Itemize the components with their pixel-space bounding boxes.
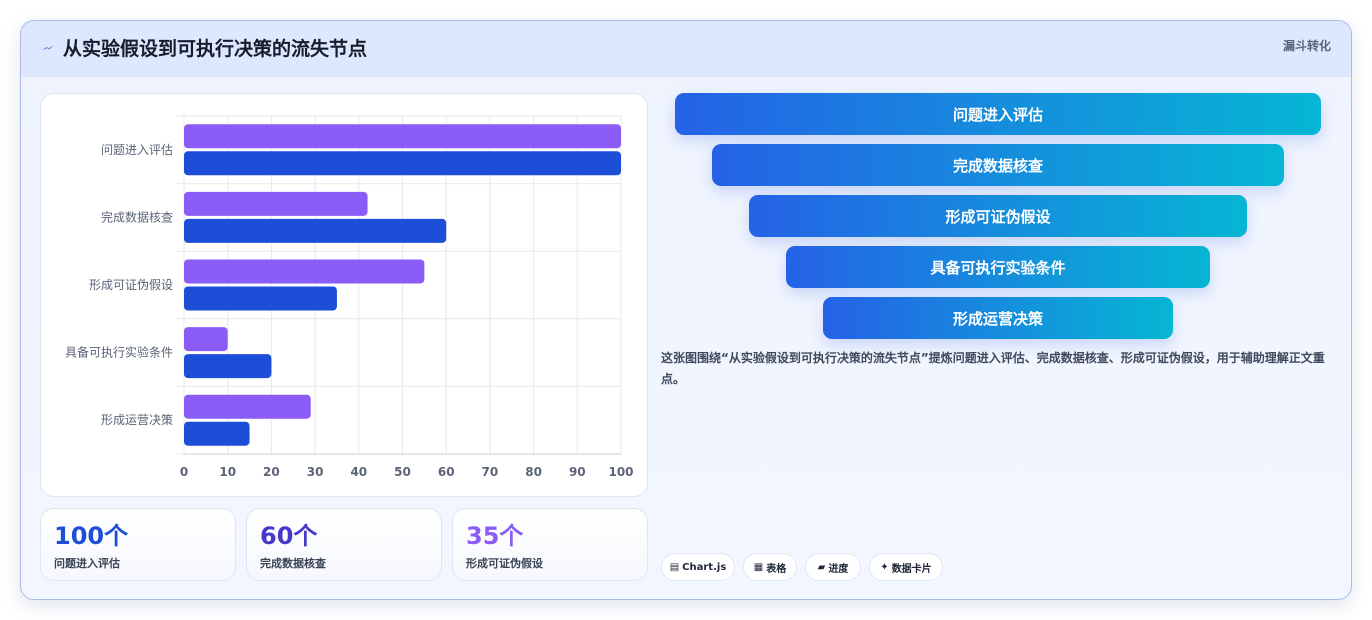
progress-icon: ▰ <box>817 561 826 573</box>
chip-data-card[interactable]: ✦ 数据卡片 <box>869 553 943 581</box>
funnel-stage: 形成运营决策 <box>823 297 1173 339</box>
category-tag: 漏斗转化 <box>1282 39 1331 53</box>
category-label: 问题进入评估 <box>101 143 173 157</box>
stat-value: 100个 <box>54 522 129 550</box>
card-header: 从实验假设到可执行决策的流失节点 漏斗转化 <box>21 21 1351 77</box>
x-tick-label: 90 <box>569 465 586 479</box>
funnel-stage: 形成可证伪假设 <box>749 195 1247 237</box>
bar-chart: 问题进入评估完成数据核查形成可证伪假设具备可执行实验条件形成运营决策 0 10 20 3… <box>65 115 634 479</box>
table-icon: ▦ <box>753 561 764 573</box>
chip-label: Chart.js <box>682 561 727 573</box>
x-tick-label: 60 <box>438 465 455 479</box>
stat-value: 60个 <box>260 522 318 550</box>
stat-value: 35个 <box>466 522 524 550</box>
stat-label: 问题进入评估 <box>54 557 120 570</box>
x-tick-label: 50 <box>394 465 411 479</box>
stat-card: 35个 形成可证伪假设 <box>452 508 648 581</box>
stat-label: 形成可证伪假设 <box>466 557 543 570</box>
bar <box>184 354 272 379</box>
funnel-diagram: 问题进入评估 完成数据核查 形成可证伪假设 具备可执行实验条件 形成运营决策 <box>661 93 1341 339</box>
x-tick-label: 100 <box>608 465 633 479</box>
bar <box>184 394 311 419</box>
category-label: 形成运营决策 <box>101 413 173 427</box>
stat-card: 60个 完成数据核查 <box>246 508 442 581</box>
card-icon: ✦ <box>880 561 889 573</box>
lightning-icon <box>42 45 54 50</box>
chip-progress[interactable]: ▰ 进度 <box>805 553 861 581</box>
chip-table[interactable]: ▦ 表格 <box>743 553 797 581</box>
bar <box>184 151 621 176</box>
chart-icon: ▤ <box>669 561 680 573</box>
bar <box>184 259 425 284</box>
x-tick-label: 40 <box>350 465 367 479</box>
chip-label: 表格 <box>766 563 787 575</box>
category-label: 具备可执行实验条件 <box>65 345 173 360</box>
funnel-stage: 完成数据核查 <box>712 144 1284 186</box>
x-tick-label: 10 <box>219 465 236 479</box>
stat-label: 完成数据核查 <box>260 557 326 570</box>
x-tick-label: 70 <box>482 465 499 479</box>
bar <box>184 421 250 446</box>
bar <box>184 191 368 216</box>
chart-description: 这张图围绕“从实验假设到可执行决策的流失节点”提炼问题进入评估、完成数据核查、形… <box>661 351 1325 386</box>
funnel-card: 从实验假设到可执行决策的流失节点 漏斗转化 问题进入评估 完成数据核查 形成可证伪假… <box>20 20 1352 600</box>
funnel-stage: 问题进入评估 <box>675 93 1321 135</box>
x-tick-label: 80 <box>525 465 542 479</box>
funnel-stage: 具备可执行实验条件 <box>786 246 1210 288</box>
chip-label: 数据卡片 <box>891 563 932 575</box>
page-title: 从实验假设到可执行决策的流失节点 <box>63 38 368 60</box>
stat-card: 100个 问题进入评估 <box>40 508 236 581</box>
bar-chart-panel: 问题进入评估 完成数据核查形成可证伪假设具备可执行实验条件形成运营决策 0 10 20 3… <box>40 93 648 497</box>
chip-chartjs[interactable]: ▤ Chart.js <box>661 553 735 581</box>
category-label: 完成数据核查 <box>101 209 173 224</box>
chip-label: 进度 <box>828 563 849 575</box>
x-tick-label: 20 <box>263 465 280 479</box>
x-tick-label: 30 <box>307 465 324 479</box>
bar <box>184 327 228 352</box>
bar <box>184 218 447 243</box>
category-label: 形成可证伪假设 <box>89 278 173 292</box>
bar <box>184 124 621 149</box>
bar <box>184 286 337 311</box>
x-tick-label: 0 <box>180 465 188 479</box>
